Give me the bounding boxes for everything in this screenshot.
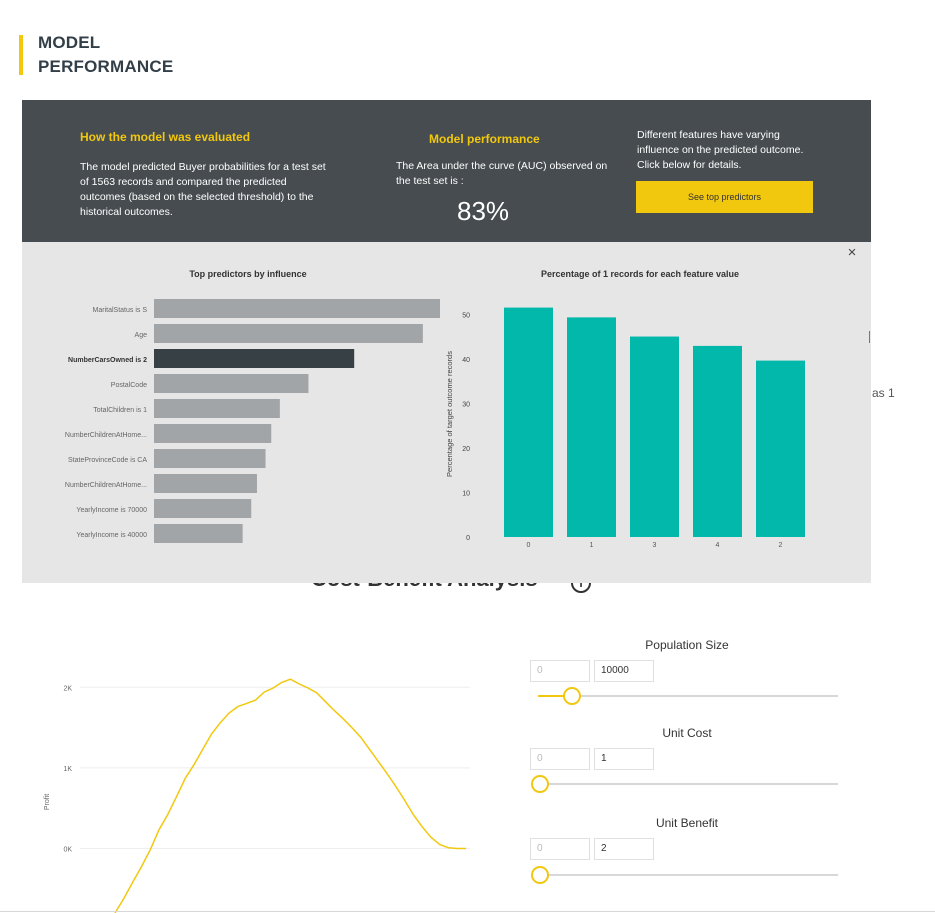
evaluation-text: The model predicted Buyer probabilities … bbox=[80, 161, 326, 218]
y-tick-label: 50 bbox=[462, 312, 470, 319]
predictor-bar[interactable] bbox=[154, 524, 243, 543]
performance-heading: Model performance bbox=[429, 132, 540, 146]
y-tick-label: 40 bbox=[462, 357, 470, 364]
unit-benefit-label: Unit Benefit bbox=[655, 816, 719, 830]
predictor-label: YearlyIncome is 40000 bbox=[76, 532, 147, 539]
x-tick-label: 3 bbox=[653, 542, 657, 549]
population-slider-handle[interactable] bbox=[562, 687, 581, 705]
profit-chart: 0K 1K 2K Profit bbox=[44, 678, 470, 913]
left-chart-title: Top predictors by influence bbox=[189, 269, 306, 279]
population-value-input[interactable]: 10000 bbox=[594, 660, 654, 682]
population-min-input[interactable]: 0 bbox=[530, 660, 590, 682]
predictor-label: PostalCode bbox=[111, 382, 147, 389]
predictor-bar[interactable] bbox=[154, 474, 257, 493]
unit-benefit-slider-handle[interactable] bbox=[531, 866, 549, 884]
predictors-panel: Top predictors by influence Percentage of… bbox=[22, 242, 871, 583]
x-tick-label: 1 bbox=[590, 542, 594, 549]
background-marker bbox=[869, 331, 870, 343]
predictor-bar[interactable] bbox=[154, 499, 252, 518]
feature-value-bar[interactable] bbox=[756, 360, 805, 537]
unit-cost-label: Unit Cost bbox=[662, 726, 712, 740]
predictors-charts: Top predictors by influence Percentage of… bbox=[65, 269, 805, 549]
unit-cost-value-input[interactable]: 1 bbox=[594, 748, 654, 770]
evaluation-panel: How the model was evaluated The model pr… bbox=[22, 100, 871, 242]
bottom-divider bbox=[0, 911, 935, 912]
unit-cost-min-input[interactable]: 0 bbox=[530, 748, 590, 770]
y-axis-label: Percentage of target outcome records bbox=[445, 351, 454, 477]
unit-benefit-slider-track bbox=[538, 874, 838, 876]
profit-y-tick-label: 2K bbox=[63, 685, 72, 692]
feature-value-bar[interactable] bbox=[504, 307, 553, 537]
background-text: as 1 bbox=[872, 386, 895, 400]
profit-y-tick-label: 1K bbox=[63, 766, 72, 773]
predictor-label: StateProvinceCode is CA bbox=[68, 457, 147, 464]
y-tick-label: 20 bbox=[462, 446, 470, 453]
auc-value: 83% bbox=[457, 196, 510, 226]
see-top-predictors-button[interactable]: See top predictors bbox=[636, 181, 813, 213]
page-title: MODEL PERFORMANCE bbox=[38, 33, 174, 76]
x-tick-label: 4 bbox=[716, 542, 720, 549]
predictor-label: NumberChildrenAtHome... bbox=[65, 482, 147, 489]
unit-cost-slider-track bbox=[538, 783, 838, 785]
right-chart-title: Percentage of 1 records for each feature… bbox=[541, 269, 739, 279]
performance-text: The Area under the curve (AUC) observed … bbox=[396, 160, 608, 187]
feature-value-bar[interactable] bbox=[693, 345, 742, 537]
predictor-label: MaritalStatus is S bbox=[93, 307, 148, 314]
predictor-label: NumberCarsOwned is 2 bbox=[68, 357, 147, 364]
predictor-bar[interactable] bbox=[154, 324, 423, 343]
y-tick-label: 30 bbox=[462, 401, 470, 408]
population-size-label: Population Size bbox=[645, 638, 729, 652]
predictor-label: Age bbox=[135, 332, 148, 339]
population-slider-track bbox=[538, 695, 838, 697]
feature-value-bar[interactable] bbox=[567, 317, 616, 537]
unit-cost-slider-handle[interactable] bbox=[531, 775, 549, 793]
profit-y-tick-label: 0K bbox=[63, 847, 72, 854]
feature-value-bar[interactable] bbox=[630, 336, 679, 537]
profit-y-axis-label: Profit bbox=[44, 794, 51, 810]
y-tick-label: 0 bbox=[466, 535, 470, 542]
predictor-label: YearlyIncome is 70000 bbox=[76, 507, 147, 514]
predictor-bar[interactable] bbox=[154, 299, 440, 318]
predictor-bar[interactable] bbox=[154, 424, 272, 443]
predictor-bar[interactable] bbox=[154, 349, 355, 368]
predictor-bar[interactable] bbox=[154, 449, 266, 468]
predictor-bar[interactable] bbox=[154, 399, 280, 418]
predictor-label: TotalChildren is 1 bbox=[93, 407, 147, 414]
x-tick-label: 0 bbox=[527, 542, 531, 549]
title-accent-bar bbox=[19, 35, 23, 75]
close-icon[interactable]: × bbox=[844, 245, 860, 261]
features-text: Different features have varying influenc… bbox=[637, 129, 804, 171]
evaluation-heading: How the model was evaluated bbox=[80, 130, 251, 144]
profit-line bbox=[114, 678, 466, 913]
predictor-label: NumberChildrenAtHome... bbox=[65, 432, 147, 439]
y-tick-label: 10 bbox=[462, 490, 470, 497]
x-tick-label: 2 bbox=[779, 542, 783, 549]
predictor-bar[interactable] bbox=[154, 374, 309, 393]
unit-benefit-min-input[interactable]: 0 bbox=[530, 838, 590, 860]
unit-benefit-value-input[interactable]: 2 bbox=[594, 838, 654, 860]
